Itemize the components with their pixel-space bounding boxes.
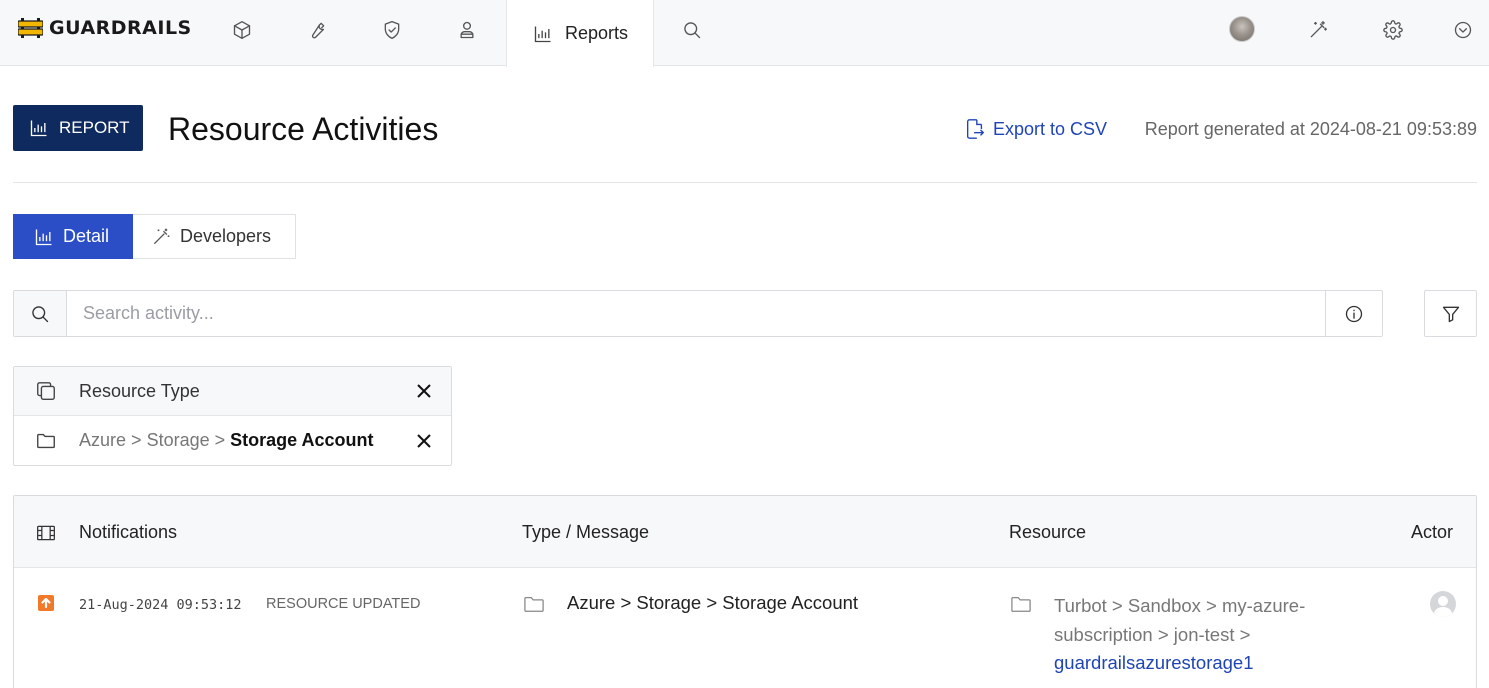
remove-filter-button[interactable] [416, 433, 432, 449]
export-csv-label: Export to CSV [993, 118, 1108, 139]
filter-item-label: Azure > Storage > Storage Account [79, 430, 374, 451]
resource-path: Turbot > Sandbox > my-azure- subscriptio… [1054, 592, 1344, 678]
report-view-tabs: Detail Developers [13, 214, 296, 259]
page-title: Resource Activities [168, 111, 439, 147]
column-header-resource[interactable]: Resource [1009, 522, 1086, 543]
guardrails-logo-icon [17, 17, 44, 39]
folder-icon [523, 594, 545, 614]
filter-crumb: Azure [79, 430, 127, 450]
film-icon [36, 523, 56, 543]
filter-group-header: Resource Type [14, 367, 451, 416]
tab-detail-label: Detail [63, 226, 110, 246]
column-header-type-message[interactable]: Type / Message [522, 522, 649, 543]
notification-type: RESOURCE UPDATED [266, 596, 421, 612]
tab-reports[interactable]: Reports [506, 0, 654, 67]
cube-icon[interactable] [230, 18, 254, 42]
table-row[interactable]: 21-Aug-2024 09:53:12 RESOURCE UPDATED Az… [14, 568, 1476, 688]
bar-chart-icon [30, 120, 47, 137]
tab-developers-label: Developers [180, 226, 272, 246]
magic-wand-icon [153, 228, 170, 244]
export-csv-link[interactable]: Export to CSV [964, 118, 1107, 140]
tab-reports-label: Reports [565, 23, 629, 43]
bar-chart-icon [35, 229, 52, 245]
filter-button[interactable] [1424, 290, 1477, 337]
report-badge-label: REPORT [59, 118, 130, 137]
info-icon[interactable] [1325, 291, 1382, 336]
search-icon [14, 291, 67, 336]
column-header-actor[interactable]: Actor [1411, 522, 1453, 543]
filter-item: Azure > Storage > Storage Account [14, 416, 451, 465]
report-generated-timestamp: Report generated at 2024-08-21 09:53:89 [1144, 119, 1477, 139]
resource-link[interactable]: guardrailsazurestorage1 [1054, 652, 1254, 673]
file-export-icon [966, 119, 985, 139]
magic-wand-icon[interactable] [1306, 18, 1330, 42]
resource-path-line: subscription > jon-test > [1054, 623, 1251, 645]
filter-crumb-leaf: Storage Account [230, 430, 374, 450]
brand-name: GUARDRAILS [49, 17, 192, 39]
folder-icon [1010, 594, 1032, 614]
resource-type-path[interactable]: Azure > Storage > Storage Account [567, 592, 858, 614]
filter-group-label: Resource Type [79, 380, 200, 401]
table-header: Notifications Type / Message Resource Ac… [14, 496, 1476, 568]
top-nav: GUARDRAILS Reports [0, 0, 1489, 67]
filter-crumb-sep: > [214, 430, 226, 450]
user-tie-icon[interactable] [455, 18, 479, 42]
tab-developers[interactable]: Developers [133, 214, 296, 259]
search-icon[interactable] [680, 18, 704, 42]
notification-timestamp: 21-Aug-2024 09:53:12 [79, 597, 242, 613]
active-filters: Resource Type Azure > Storage > Storage … [13, 366, 452, 466]
chevron-down-circle-icon[interactable] [1451, 18, 1475, 42]
activity-search [13, 290, 1383, 337]
filter-crumb-sep: > [131, 430, 142, 450]
filter-crumb: Storage [146, 430, 210, 450]
bar-chart-icon [534, 26, 551, 42]
funnel-icon [1442, 306, 1459, 322]
folder-icon [35, 430, 57, 452]
avatar[interactable] [1229, 16, 1255, 42]
brand-logo[interactable]: GUARDRAILS [17, 17, 192, 39]
actor-avatar[interactable] [1430, 591, 1456, 617]
search-input[interactable] [67, 291, 1325, 336]
tab-detail[interactable]: Detail [13, 214, 133, 259]
report-badge: REPORT [13, 105, 143, 151]
copy-icon [35, 380, 57, 402]
gear-icon[interactable] [1381, 18, 1405, 42]
shield-check-icon[interactable] [380, 18, 404, 42]
column-header-notifications[interactable]: Notifications [79, 522, 177, 543]
wrench-icon[interactable] [305, 18, 329, 42]
resource-path-line: Turbot > Sandbox > my-azure- [1054, 595, 1306, 616]
remove-filter-group-button[interactable] [416, 383, 432, 399]
header-divider [13, 182, 1477, 183]
resource-updated-icon [38, 595, 54, 611]
activity-table: Notifications Type / Message Resource Ac… [13, 495, 1477, 688]
